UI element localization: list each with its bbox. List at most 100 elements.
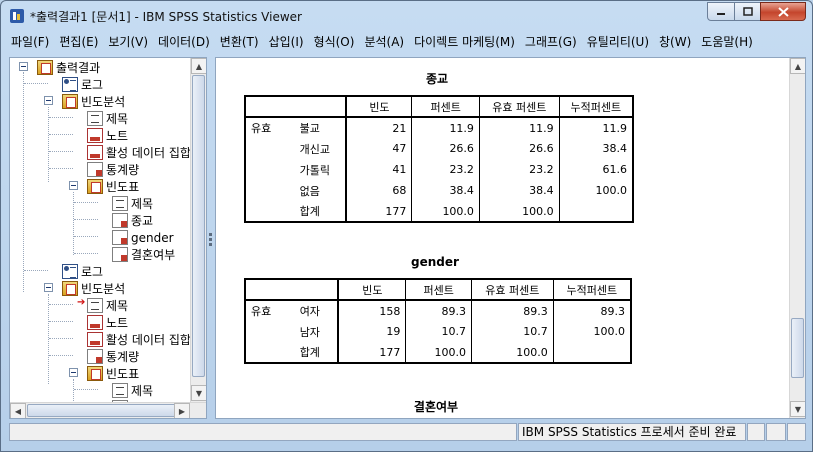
tree-line	[49, 321, 73, 322]
splitter-grip	[209, 238, 212, 241]
menu-window[interactable]: 창(W)	[654, 32, 696, 53]
close-button[interactable]	[760, 2, 806, 21]
table-title-religion: 종교	[425, 72, 449, 86]
minimize-icon	[717, 12, 725, 15]
tree-node-freq1[interactable]: 빈도분석	[62, 93, 125, 110]
frequency-table-religion[interactable]: 빈도 퍼센트 유효 퍼센트 누적퍼센트 유효 불교 21 11.9 11.9 11…	[244, 95, 634, 223]
menu-view[interactable]: 보기(V)	[103, 32, 153, 53]
output-vertical-scrollbar[interactable]: ▲ ▼	[789, 58, 805, 418]
title-icon	[112, 196, 128, 211]
tree-node-freqtable1[interactable]: 빈도표	[87, 178, 139, 195]
collapse-toggle-freq2[interactable]	[44, 283, 53, 292]
table-row: 없음 68 38.4 38.4 100.0	[245, 180, 633, 201]
tree-line	[23, 72, 24, 292]
tree-line	[74, 389, 98, 390]
scroll-thumb[interactable]	[27, 404, 177, 417]
tree-line	[49, 304, 73, 305]
collapse-toggle-freqtable2[interactable]	[69, 368, 78, 377]
maximize-button[interactable]	[734, 2, 761, 21]
scroll-thumb[interactable]	[791, 318, 804, 378]
current-item-arrow-icon: ➔	[77, 297, 86, 308]
table-row: 합계 177 100.0 100.0	[245, 342, 631, 363]
menu-analyze[interactable]: 분석(A)	[359, 32, 409, 53]
menu-transform[interactable]: 변환(T)	[215, 32, 264, 53]
title-icon	[112, 383, 128, 398]
collapse-toggle-root[interactable]	[19, 62, 28, 71]
tree-node-log2[interactable]: 로그	[62, 263, 103, 280]
tree-node-statistics[interactable]: 통계량	[87, 348, 139, 365]
menu-format[interactable]: 형식(O)	[309, 32, 360, 53]
scroll-left-button[interactable]: ◀	[10, 403, 26, 418]
tree-line	[49, 151, 73, 152]
menu-graphs[interactable]: 그래프(G)	[520, 32, 582, 53]
tree-node-notes[interactable]: 노트	[87, 314, 128, 331]
table-row: 유효 불교 21 11.9 11.9 11.9	[245, 117, 633, 138]
output-book-icon	[87, 179, 103, 194]
output-book-icon	[87, 366, 103, 381]
scroll-down-button[interactable]: ▼	[191, 385, 206, 401]
tree-node-title[interactable]: 제목	[87, 297, 128, 314]
table-icon	[87, 162, 103, 177]
status-bar: IBM SPSS Statistics 프로세서 준비 완료	[9, 421, 806, 443]
processor-status: IBM SPSS Statistics 프로세서 준비 완료	[518, 423, 746, 441]
tree-line	[74, 202, 98, 203]
tree-node-log1[interactable]: 로그	[62, 76, 103, 93]
tree-node-active-dataset[interactable]: 활성 데이터 집합	[87, 331, 191, 348]
tree-line	[49, 168, 73, 169]
collapse-toggle-freqtable1[interactable]	[69, 181, 78, 190]
menu-insert[interactable]: 삽입(I)	[264, 32, 309, 53]
tree-node-title[interactable]: 제목	[112, 382, 153, 399]
splitter-grip	[209, 233, 212, 236]
tree-node-marital[interactable]: 결혼여부	[112, 246, 175, 263]
tree-node-notes[interactable]: 노트	[87, 127, 128, 144]
close-icon	[777, 6, 789, 17]
dataset-icon	[87, 332, 103, 347]
scroll-right-button[interactable]: ▶	[174, 403, 190, 418]
tree-line	[49, 355, 73, 356]
tree-line	[74, 219, 98, 220]
tree-node-freq2[interactable]: 빈도분석	[62, 280, 125, 297]
outline-vertical-scrollbar[interactable]: ▲ ▼	[190, 58, 206, 402]
tree-node-active-dataset[interactable]: 활성 데이터 집합	[87, 144, 191, 161]
resize-grip[interactable]	[787, 423, 806, 441]
tree-line	[24, 270, 48, 271]
pane-splitter[interactable]	[207, 57, 215, 419]
tree-node-gender[interactable]: gender	[112, 229, 174, 246]
log-icon	[62, 264, 78, 279]
menu-data[interactable]: 데이터(D)	[153, 32, 215, 53]
menu-direct-marketing[interactable]: 다이렉트 마케팅(M)	[409, 32, 520, 53]
tree-line	[24, 83, 48, 84]
scroll-thumb[interactable]	[192, 75, 205, 377]
tree-line	[49, 338, 73, 339]
maximize-icon	[742, 7, 753, 16]
collapse-toggle-freq1[interactable]	[44, 96, 53, 105]
menu-utilities[interactable]: 유틸리티(U)	[582, 32, 654, 53]
menu-edit[interactable]: 편집(E)	[54, 32, 103, 53]
window-title: *출력결과1 [문서1] - IBM SPSS Statistics Viewe…	[30, 10, 302, 24]
status-indicator	[747, 423, 765, 441]
table-row: 유효 여자 158 89.3 89.3 89.3	[245, 300, 631, 321]
frequency-table-gender[interactable]: 빈도 퍼센트 유효 퍼센트 누적퍼센트 유효 여자 158 89.3 89.3 8…	[244, 278, 632, 364]
tree-node-root[interactable]: 출력결과	[37, 59, 100, 76]
table-row: 개신교 47 26.6 26.6 38.4	[245, 138, 633, 159]
table-icon	[112, 213, 128, 228]
tree-node-religion[interactable]: 종교	[112, 212, 153, 229]
scroll-down-button[interactable]: ▼	[790, 401, 805, 417]
menu-file[interactable]: 파일(F)	[6, 32, 54, 53]
menu-help[interactable]: 도움말(H)	[696, 32, 758, 53]
table-icon	[112, 247, 128, 262]
scroll-up-button[interactable]: ▲	[790, 58, 805, 74]
table-row: 남자 19 10.7 10.7 100.0	[245, 321, 631, 342]
scroll-up-button[interactable]: ▲	[191, 58, 206, 74]
outline-horizontal-scrollbar[interactable]: ◀ ▶	[10, 402, 206, 418]
tree-line	[48, 294, 49, 384]
tree-node-freqtable2[interactable]: 빈도표	[87, 365, 139, 382]
menu-bar: 파일(F) 편집(E) 보기(V) 데이터(D) 변환(T) 삽입(I) 형식(…	[6, 32, 807, 53]
notes-icon	[87, 315, 103, 330]
tree-node-title[interactable]: 제목	[112, 195, 153, 212]
minimize-button[interactable]	[707, 2, 735, 21]
output-content-pane: 종교 빈도 퍼센트 유효 퍼센트 누적퍼센트 유효 불교 21 11.9 11.9…	[215, 57, 806, 419]
tree-node-title[interactable]: 제목	[87, 110, 128, 127]
tree-node-statistics[interactable]: 통계량	[87, 161, 139, 178]
tree-line	[49, 117, 73, 118]
